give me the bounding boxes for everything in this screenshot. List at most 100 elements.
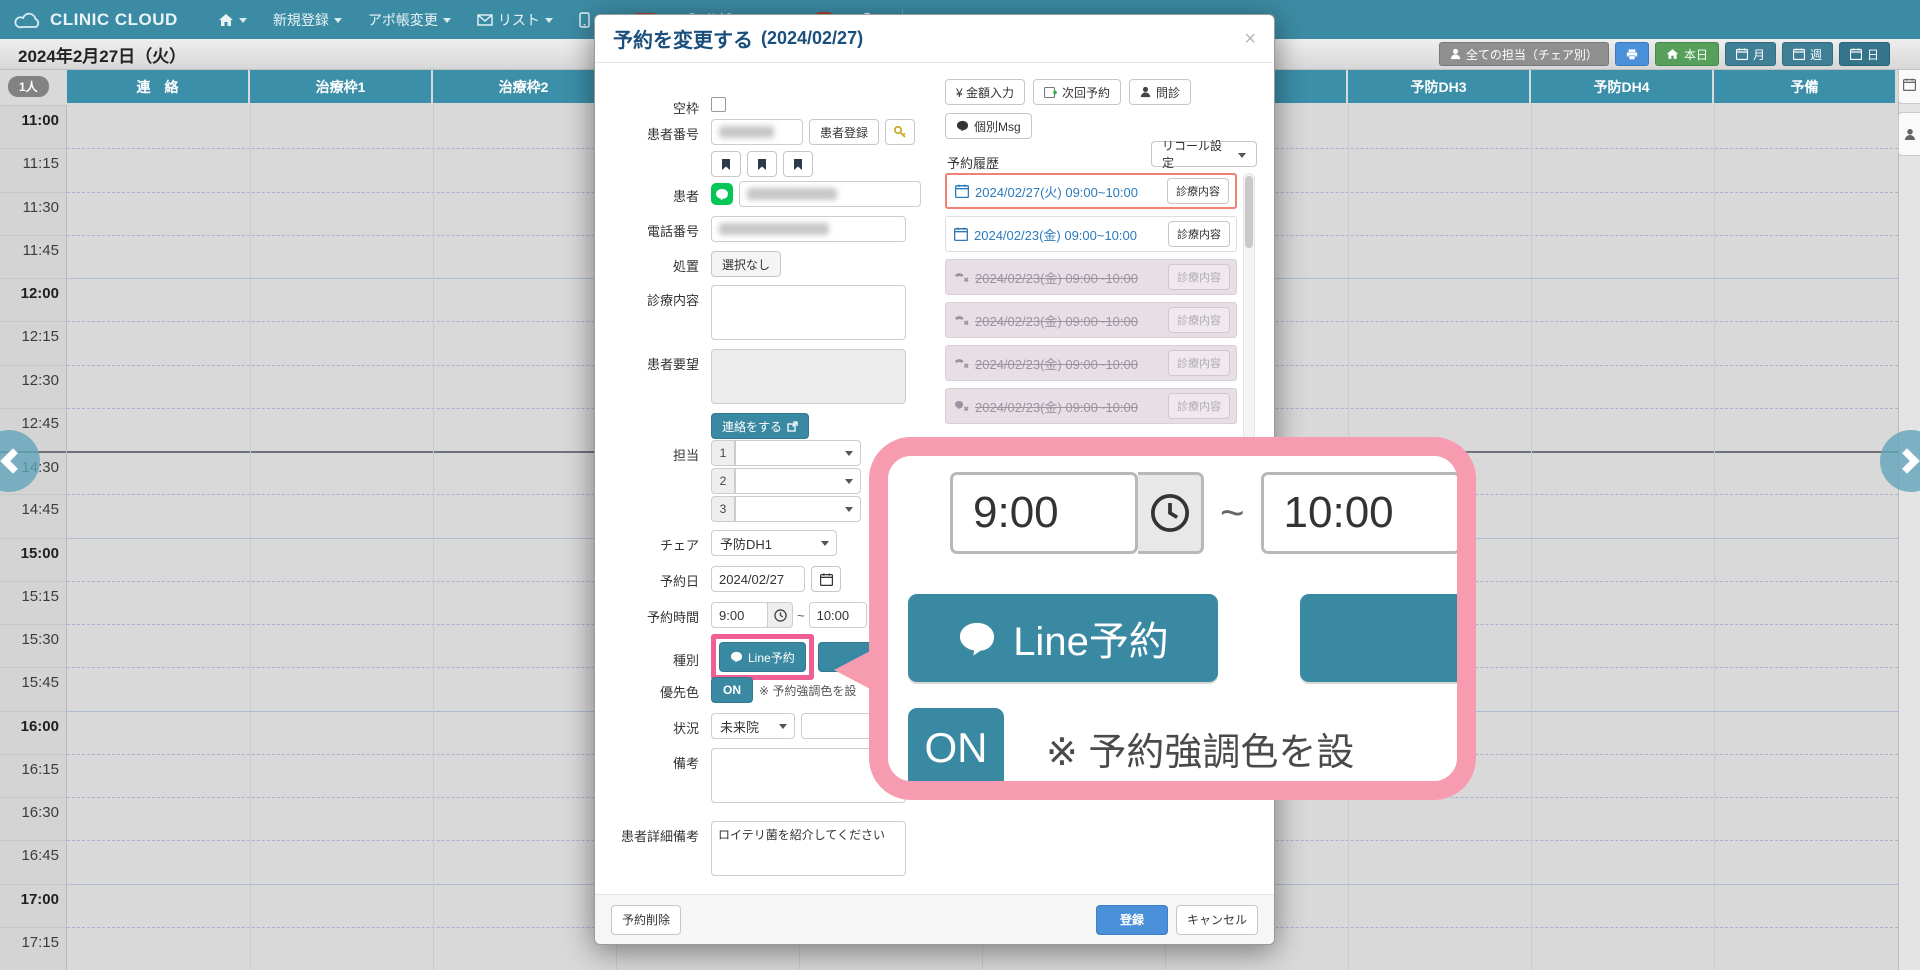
phone-input[interactable] [711, 216, 906, 242]
date-picker-button[interactable] [811, 566, 841, 592]
history-title: 予約履歴 [947, 153, 999, 172]
next-reservation-button[interactable]: 次回予約 [1033, 79, 1121, 105]
patient-detail-note-textarea[interactable]: ロイテリ菌を紹介してください [711, 821, 906, 876]
calendar-icon [1850, 48, 1862, 60]
bookmark-icon [793, 158, 803, 171]
close-icon[interactable]: × [1244, 29, 1256, 49]
time-start-input[interactable]: 9:00 [711, 602, 769, 628]
staff-row-2: 2 [711, 468, 861, 494]
callout-time-start: 9:00 [950, 472, 1138, 554]
zoom-callout: 9:00 ~ 10:00 Line予約 ON ※ 予約強調色を設 [869, 437, 1476, 800]
contact-row: 連絡をする [711, 413, 809, 439]
speech-bubble-icon [957, 620, 997, 657]
column-header-treatment1[interactable]: 治療枠1 [250, 70, 433, 103]
contact-button[interactable]: 連絡をする [711, 413, 809, 439]
staff-filter-button[interactable]: 全ての担当（チェア別） [1439, 42, 1609, 66]
chair-row: チェア 予防DH1 [607, 530, 837, 556]
staff-select-3[interactable] [735, 496, 861, 522]
medical-content-button[interactable]: 診療内容 [1168, 393, 1230, 419]
caret-down-icon [545, 18, 553, 23]
column-header-yobo-dh3[interactable]: 予防DH3 [1348, 70, 1531, 103]
history-scrollbar[interactable] [1243, 173, 1255, 441]
time-label: 11:00 [0, 105, 66, 148]
staff-number-2: 2 [711, 468, 735, 494]
modal-footer: 予約削除 登録 キャンセル [595, 894, 1274, 944]
medical-content-textarea[interactable] [711, 285, 906, 340]
history-entry-cancelled[interactable]: 2024/02/23(金) 09:00~10:00 診療内容 [945, 388, 1237, 424]
phone-row: 電話番号 [607, 216, 906, 242]
calendar-icon [955, 184, 969, 198]
cancel-button[interactable]: キャンセル [1176, 905, 1258, 935]
staff-select-1[interactable] [735, 440, 861, 466]
line-reservation-button[interactable]: Line予約 [719, 642, 806, 672]
recall-setting-button[interactable]: リコール設定 [1151, 141, 1257, 167]
time-end-input[interactable]: 10:00 [809, 602, 867, 628]
print-button[interactable] [1615, 42, 1649, 66]
column-header-treatment2[interactable]: 治療枠2 [433, 70, 616, 103]
history-scrollbar-thumb[interactable] [1245, 176, 1253, 248]
history-entry[interactable]: 2024/02/23(金) 09:00~10:00 診療内容 [945, 216, 1237, 252]
history-entry-cancelled[interactable]: 2024/02/23(金) 09:00~10:00 診療内容 [945, 345, 1237, 381]
view-week-button[interactable]: 週 [1782, 42, 1833, 66]
priority-on-button[interactable]: ON [711, 677, 753, 703]
view-month-button[interactable]: 月 [1725, 42, 1776, 66]
delete-reservation-button[interactable]: 予約削除 [611, 905, 681, 935]
key-icon [893, 125, 907, 139]
history-list: 2024/02/27(火) 09:00~10:00 診療内容 2024/02/2… [945, 173, 1237, 431]
amount-input-button[interactable]: ¥ 金額入力 [945, 79, 1025, 105]
medical-content-button[interactable]: 診療内容 [1167, 178, 1229, 204]
line-icon [711, 183, 733, 205]
medical-content-button[interactable]: 診療内容 [1168, 221, 1230, 247]
staff-select-2[interactable] [735, 468, 861, 494]
interview-button[interactable]: 問診 [1129, 79, 1191, 105]
patient-register-button[interactable]: 患者登録 [809, 119, 879, 145]
register-button[interactable]: 登録 [1096, 905, 1168, 935]
view-today-button[interactable]: 本日 [1655, 42, 1719, 66]
medical-content-button[interactable]: 診療内容 [1168, 307, 1230, 333]
medical-content-button[interactable]: 診療内容 [1168, 264, 1230, 290]
key-button[interactable] [885, 119, 915, 145]
status-row: 状況 未来院 [607, 713, 893, 739]
view-day-button[interactable]: 日 [1839, 42, 1890, 66]
bookmark-icon [721, 158, 731, 171]
column-divider [250, 105, 251, 970]
history-entry[interactable]: 2024/02/27(火) 09:00~10:00 診療内容 [945, 173, 1237, 209]
reservation-date-input[interactable]: 2024/02/27 [711, 566, 805, 592]
treatment-select-button[interactable]: 選択なし [711, 251, 781, 277]
time-row: 予約時間 9:00 ~ 10:00 [607, 602, 867, 628]
nav-item-list[interactable]: リスト [477, 10, 553, 30]
side-person-button[interactable] [1898, 112, 1920, 156]
patient-number-input[interactable] [711, 119, 803, 145]
brand-text: CLINIC CLOUD [50, 10, 178, 30]
empty-slot-checkbox[interactable] [711, 97, 726, 112]
chair-select[interactable]: 予防DH1 [711, 530, 837, 556]
staff-row-1: 担当 1 [607, 440, 861, 466]
mail-icon [477, 14, 493, 26]
individual-msg-button[interactable]: 個別Msg [945, 113, 1032, 139]
column-divider [1531, 105, 1532, 970]
medical-content-button[interactable]: 診療内容 [1168, 350, 1230, 376]
bookmark-button[interactable] [747, 151, 777, 177]
calendar-icon [1793, 48, 1805, 60]
patient-name-input[interactable] [739, 181, 921, 207]
column-divider [1714, 105, 1715, 970]
individual-msg-row: 個別Msg [945, 113, 1032, 139]
bookmark-button[interactable] [783, 151, 813, 177]
time-picker-button[interactable] [767, 602, 793, 628]
history-entry-cancelled[interactable]: 2024/02/23(金) 09:00~10:00 診療内容 [945, 259, 1237, 295]
column-header-yobo-dh4[interactable]: 予防DH4 [1531, 70, 1714, 103]
bookmark-button[interactable] [711, 151, 741, 177]
calendar-icon [820, 573, 833, 586]
callout-note: ※ 予約強調色を設 [1046, 721, 1354, 776]
history-entry-cancelled[interactable]: 2024/02/23(金) 09:00~10:00 診療内容 [945, 302, 1237, 338]
column-header-spare[interactable]: 予備 [1714, 70, 1897, 103]
app-logo[interactable]: CLINIC CLOUD [14, 10, 178, 30]
time-label: 12:30 [0, 365, 66, 408]
status-select[interactable]: 未来院 [711, 713, 795, 739]
nav-item-appointment-change[interactable]: アポ帳変更 [368, 10, 451, 30]
nav-item-new-registration[interactable]: 新規登録 [273, 10, 342, 30]
caret-down-icon [334, 18, 342, 23]
side-calendar-button[interactable] [1898, 64, 1920, 104]
column-header-contact[interactable]: 連 絡 [67, 70, 250, 103]
nav-item-home[interactable] [218, 13, 247, 27]
